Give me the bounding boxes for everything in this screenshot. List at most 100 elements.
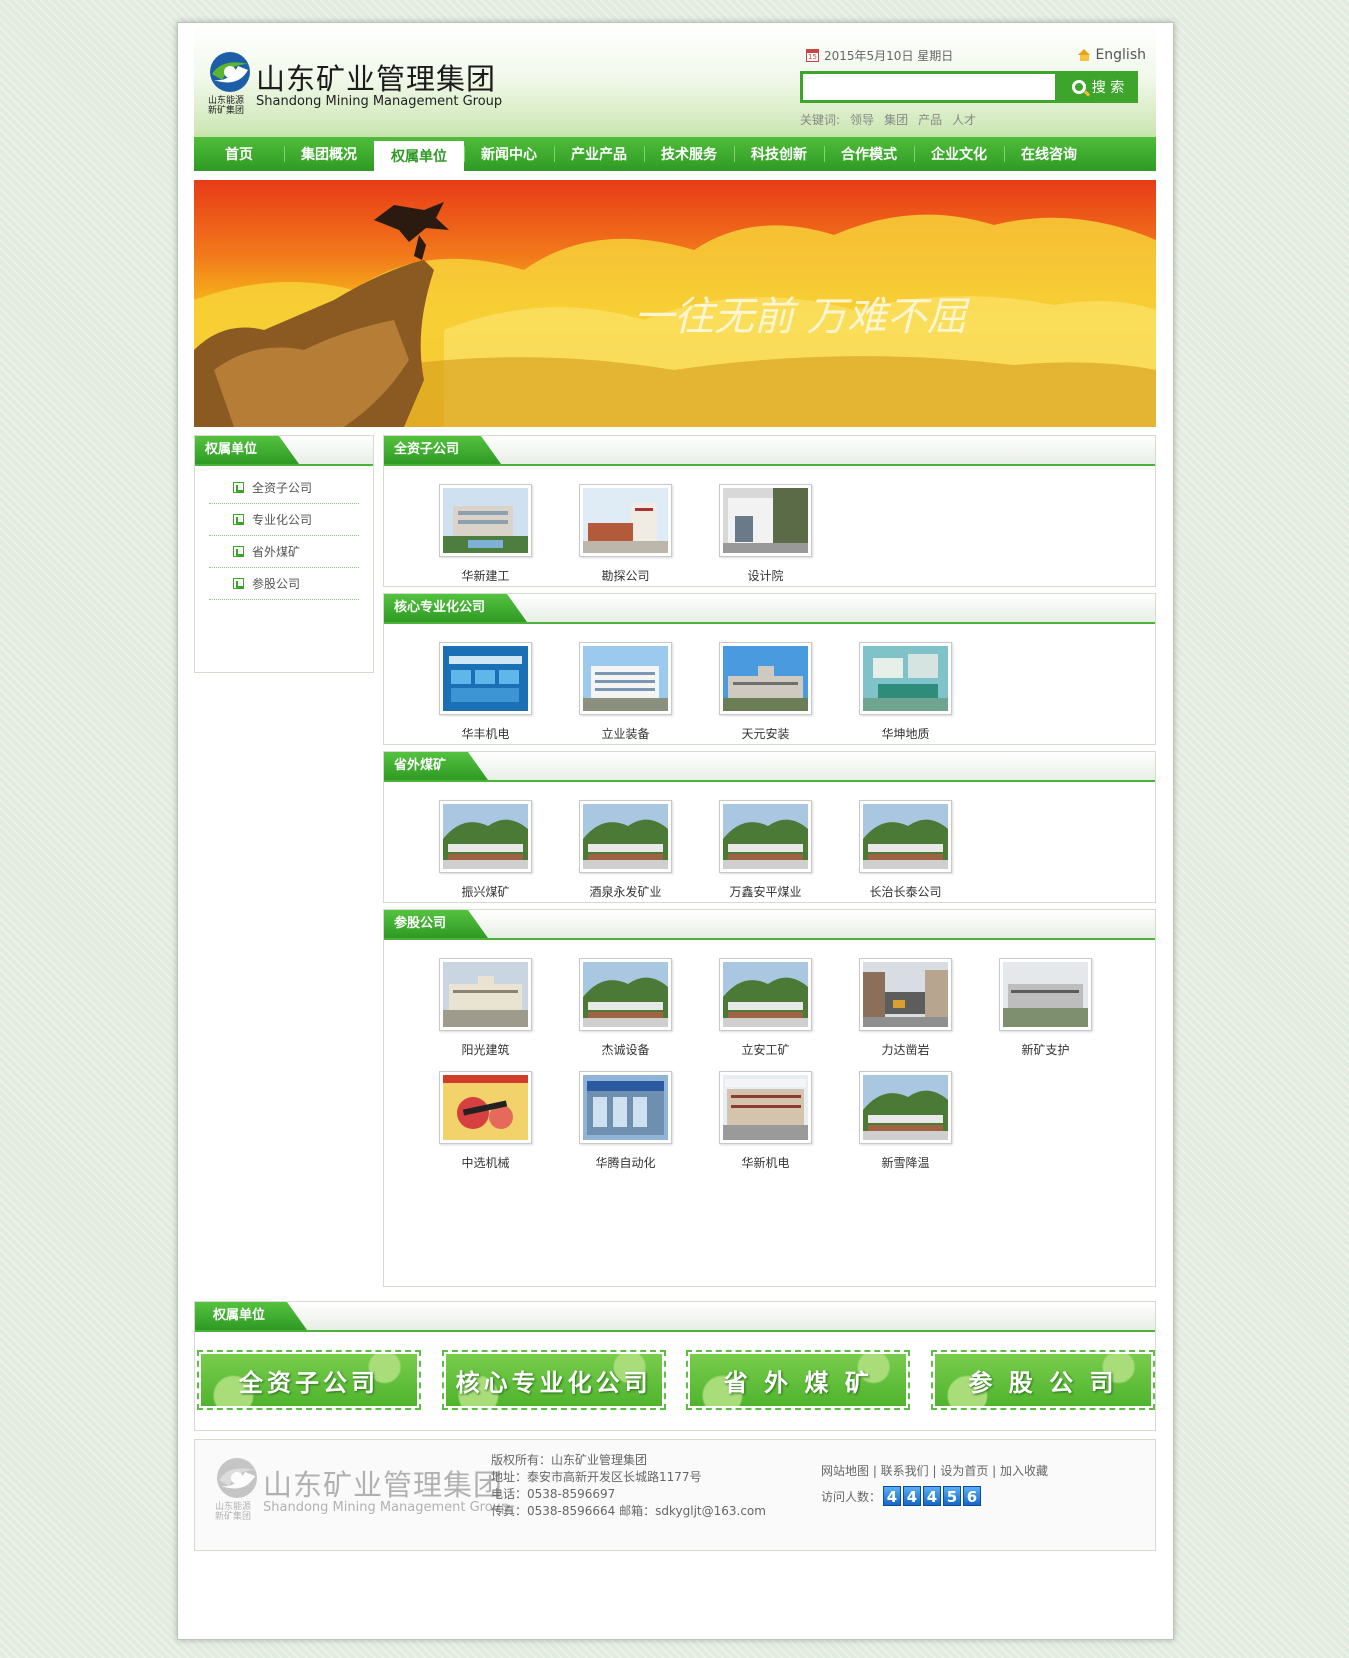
search-button-label: 搜 索 xyxy=(1091,80,1125,96)
nav-item-tech-service[interactable]: 技术服务 xyxy=(644,137,734,171)
unit-card[interactable]: 华丰机电 xyxy=(439,642,579,755)
nav-item-products[interactable]: 产业产品 xyxy=(554,137,644,171)
footer: 山东矿业管理集团 Shandong Mining Management Grou… xyxy=(194,1439,1156,1551)
unit-photo xyxy=(439,484,532,557)
keyword-link[interactable]: 集团 xyxy=(884,111,908,128)
section-core-specialized: 核心专业化公司 华丰机电 立业装备 天元安装 华坤地质 xyxy=(383,593,1156,745)
unit-card[interactable]: 设计院 xyxy=(719,484,859,597)
counter-digit: 6 xyxy=(963,1486,982,1506)
nav-item-overview[interactable]: 集团概况 xyxy=(284,137,374,171)
unit-card[interactable]: 新雪降温 xyxy=(859,1071,999,1184)
unit-name: 阳光建筑 xyxy=(461,1043,510,1057)
footer-phone: 电话：0538-8596697 xyxy=(491,1487,616,1501)
footer-logo-chinese: 山东矿业管理集团 xyxy=(263,1468,504,1502)
keyword-link[interactable]: 人才 xyxy=(952,111,976,128)
unit-photo xyxy=(859,642,952,715)
equity-button[interactable]: 参 股 公 司 xyxy=(930,1350,1155,1410)
logo-swirl-icon xyxy=(210,52,250,92)
counter-digit: 4 xyxy=(903,1486,922,1506)
sidebar-item-specialized[interactable]: 专业化公司 xyxy=(209,504,359,536)
logo-english-name: Shandong Mining Management Group xyxy=(256,94,503,109)
links-header: 权属单位 xyxy=(195,1302,1155,1332)
nav-item-news[interactable]: 新闻中心 xyxy=(464,137,554,171)
logo-subtitle: 山东能源新矿集团 xyxy=(208,96,245,116)
footer-info: 版权所有：山东矿业管理集团 地址：泰安市高新开发区长城路1177号 电话：053… xyxy=(491,1452,766,1520)
unit-card[interactable]: 长治长泰公司 xyxy=(859,800,999,913)
unit-grid: 振兴煤矿 酒泉永发矿业 万鑫安平煤业 长治长泰公司 xyxy=(384,782,1155,913)
search-button[interactable]: 搜 索 xyxy=(1058,71,1138,103)
unit-card[interactable]: 万鑫安平煤业 xyxy=(719,800,859,913)
external-mines-button[interactable]: 省 外 煤 矿 xyxy=(686,1350,911,1410)
nav-item-innovation[interactable]: 科技创新 xyxy=(734,137,824,171)
unit-card[interactable]: 阳光建筑 xyxy=(439,958,579,1071)
unit-card[interactable]: 立安工矿 xyxy=(719,958,859,1071)
nav-item-consult[interactable]: 在线咨询 xyxy=(1004,137,1094,171)
unit-card[interactable]: 天元安装 xyxy=(719,642,859,755)
unit-name: 立安工矿 xyxy=(741,1043,790,1057)
nav-item-culture[interactable]: 企业文化 xyxy=(914,137,1004,171)
section-title: 全资子公司 xyxy=(384,436,501,464)
unit-card[interactable]: 华新建工 xyxy=(439,484,579,597)
logo-chinese-name: 山东矿业管理集团 xyxy=(256,62,497,96)
search-input[interactable] xyxy=(800,71,1058,103)
unit-card[interactable]: 华腾自动化 xyxy=(579,1071,719,1184)
unit-name: 华坤地质 xyxy=(881,727,930,741)
unit-card[interactable]: 振兴煤矿 xyxy=(439,800,579,913)
section-title: 核心专业化公司 xyxy=(384,594,527,622)
unit-card[interactable]: 华新机电 xyxy=(719,1071,859,1184)
arrow-box-icon xyxy=(233,482,244,493)
arrow-box-icon xyxy=(233,546,244,557)
page-inner: 山东矿业管理集团 Shandong Mining Management Grou… xyxy=(194,23,1156,1551)
home-icon xyxy=(1078,49,1091,61)
banner-image: 一往无前 万难不屈 xyxy=(194,180,1156,427)
sidebar-item-equity[interactable]: 参股公司 xyxy=(209,568,359,600)
unit-photo xyxy=(719,958,812,1031)
wholly-owned-button[interactable]: 全资子公司 xyxy=(197,1350,421,1410)
keyword-link[interactable]: 领导 xyxy=(850,111,874,128)
counter-digit: 4 xyxy=(883,1486,902,1506)
unit-card[interactable]: 杰诚设备 xyxy=(579,958,719,1071)
section-equity: 参股公司 阳光建筑 杰诚设备 立安工矿 力达凿岩 新矿支护 中选机械 华腾自动化… xyxy=(383,909,1156,1287)
unit-photo xyxy=(719,484,812,557)
sidebar-item-label: 全资子公司 xyxy=(252,481,313,495)
sidebar-item-external-mines[interactable]: 省外煤矿 xyxy=(209,536,359,568)
nav-item-home[interactable]: 首页 xyxy=(194,137,284,171)
main-nav: 首页 集团概况 权属单位 新闻中心 产业产品 技术服务 科技创新 合作模式 企业… xyxy=(194,137,1156,171)
section-header: 核心专业化公司 xyxy=(384,594,1155,624)
unit-card[interactable]: 华坤地质 xyxy=(859,642,999,755)
section-header: 参股公司 xyxy=(384,910,1155,940)
unit-photo xyxy=(439,642,532,715)
nav-item-cooperation[interactable]: 合作模式 xyxy=(824,137,914,171)
unit-card[interactable]: 勘探公司 xyxy=(579,484,719,597)
magnifier-icon xyxy=(1071,80,1086,94)
unit-name: 酒泉永发矿业 xyxy=(589,885,662,899)
unit-name: 华腾自动化 xyxy=(595,1156,656,1170)
sidebar-item-label: 专业化公司 xyxy=(252,513,313,527)
english-link[interactable]: English xyxy=(1078,47,1146,63)
unit-photo xyxy=(439,1071,532,1144)
unit-card[interactable]: 新矿支护 xyxy=(999,958,1139,1071)
unit-card[interactable]: 酒泉永发矿业 xyxy=(579,800,719,913)
unit-name: 勘探公司 xyxy=(601,569,650,583)
unit-card[interactable]: 中选机械 xyxy=(439,1071,579,1184)
button-label: 省 外 煤 矿 xyxy=(690,1354,907,1406)
footer-address: 地址：泰安市高新开发区长城路1177号 xyxy=(491,1470,702,1484)
unit-card[interactable]: 力达凿岩 xyxy=(859,958,999,1071)
unit-name: 长治长泰公司 xyxy=(869,885,942,899)
unit-photo xyxy=(719,642,812,715)
unit-name: 万鑫安平煤业 xyxy=(729,885,802,899)
counter-digit: 5 xyxy=(943,1486,962,1506)
nav-item-subsidiaries[interactable]: 权属单位 xyxy=(374,141,464,171)
site-logo[interactable]: 山东矿业管理集团 Shandong Mining Management Grou… xyxy=(208,50,502,120)
button-label: 核心专业化公司 xyxy=(445,1354,662,1406)
visitor-counter: 访问人数： 4 4 4 5 6 xyxy=(821,1486,982,1506)
keyword-link[interactable]: 产品 xyxy=(918,111,942,128)
footer-links[interactable]: 网站地图 | 联系我们 | 设为首页 | 加入收藏 xyxy=(821,1462,1048,1479)
unit-grid: 阳光建筑 杰诚设备 立安工矿 力达凿岩 新矿支护 中选机械 华腾自动化 华新机电… xyxy=(384,940,1155,1184)
counter-digit: 4 xyxy=(923,1486,942,1506)
core-specialized-button[interactable]: 核心专业化公司 xyxy=(441,1350,666,1410)
sidebar-item-wholly-owned[interactable]: 全资子公司 xyxy=(209,472,359,504)
unit-card[interactable]: 立业装备 xyxy=(579,642,719,755)
unit-name: 新矿支护 xyxy=(1021,1043,1070,1057)
unit-name: 力达凿岩 xyxy=(881,1043,930,1057)
